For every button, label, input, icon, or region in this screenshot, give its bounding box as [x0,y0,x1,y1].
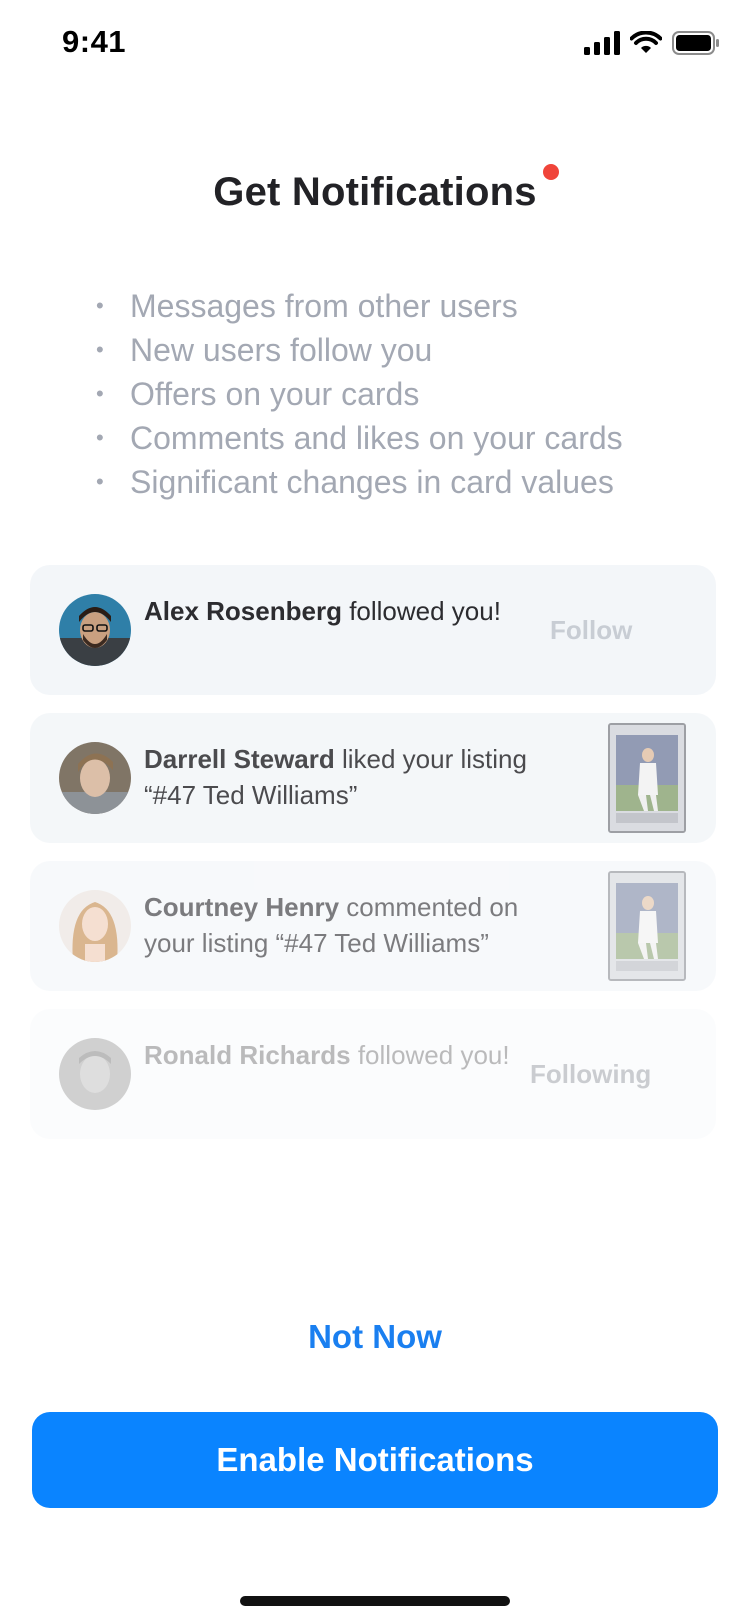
avatar-darrell-steward [59,742,131,814]
user-name: Alex Rosenberg [144,596,342,626]
notification-dot-icon [542,164,559,180]
notification-text: followed you! [357,1040,510,1070]
benefit-item: • New users follow you [96,328,716,372]
bullet-icon: • [96,293,104,318]
notification-card-comment: Courtney Henry commented on your listing… [30,861,716,991]
battery-icon [672,30,720,60]
home-indicator [240,1596,510,1606]
cellular-signal-icon [584,30,620,60]
baseball-card-thumbnail[interactable] [608,723,686,833]
notification-message: Alex Rosenberg followed you! [144,593,564,629]
following-button[interactable]: Following [530,1009,651,1139]
benefit-item: • Messages from other users [96,284,716,328]
status-icons [584,30,720,60]
benefit-text: Comments and likes on your cards [130,420,623,456]
user-name: Courtney Henry [144,892,340,922]
status-bar: 9:41 [0,0,750,90]
notification-card-follow: Alex Rosenberg followed you! Follow [30,565,716,695]
user-name: Darrell Steward [144,744,335,774]
title-container: Get Notifications [0,164,750,215]
bullet-icon: • [96,425,104,450]
benefit-text: New users follow you [130,332,433,368]
notification-message: Darrell Steward liked your listing “#47 … [144,741,564,813]
bullet-icon: • [96,337,104,362]
bullet-icon: • [96,469,104,494]
benefit-text: Messages from other users [130,288,518,324]
notification-message: Ronald Richards followed you! [144,1037,564,1073]
notification-message: Courtney Henry commented on your listing… [144,889,564,961]
user-name: Ronald Richards [144,1040,351,1070]
benefit-item: • Significant changes in card values [96,460,716,504]
benefit-item: • Offers on your cards [96,372,716,416]
page-title-text: Get Notifications [213,170,537,214]
benefit-item: • Comments and likes on your cards [96,416,716,460]
notification-card-like: Darrell Steward liked your listing “#47 … [30,713,716,843]
page-title: Get Notifications [213,164,559,215]
benefit-text: Offers on your cards [130,376,420,412]
avatar-alex-rosenberg [59,594,131,666]
notification-text: followed you! [349,596,501,626]
avatar-ronald-richards [59,1038,131,1110]
notification-card-following: Ronald Richards followed you! Following [30,1009,716,1139]
wifi-icon [629,30,663,60]
enable-notifications-button[interactable]: Enable Notifications [32,1412,718,1508]
avatar-courtney-henry [59,890,131,962]
benefit-text: Significant changes in card values [130,464,614,500]
not-now-button[interactable]: Not Now [0,1318,750,1356]
benefits-list: • Messages from other users • New users fo… [96,284,716,504]
bullet-icon: • [96,381,104,406]
status-time: 9:41 [62,24,127,59]
baseball-card-thumbnail[interactable] [608,871,686,981]
follow-button[interactable]: Follow [550,565,632,695]
